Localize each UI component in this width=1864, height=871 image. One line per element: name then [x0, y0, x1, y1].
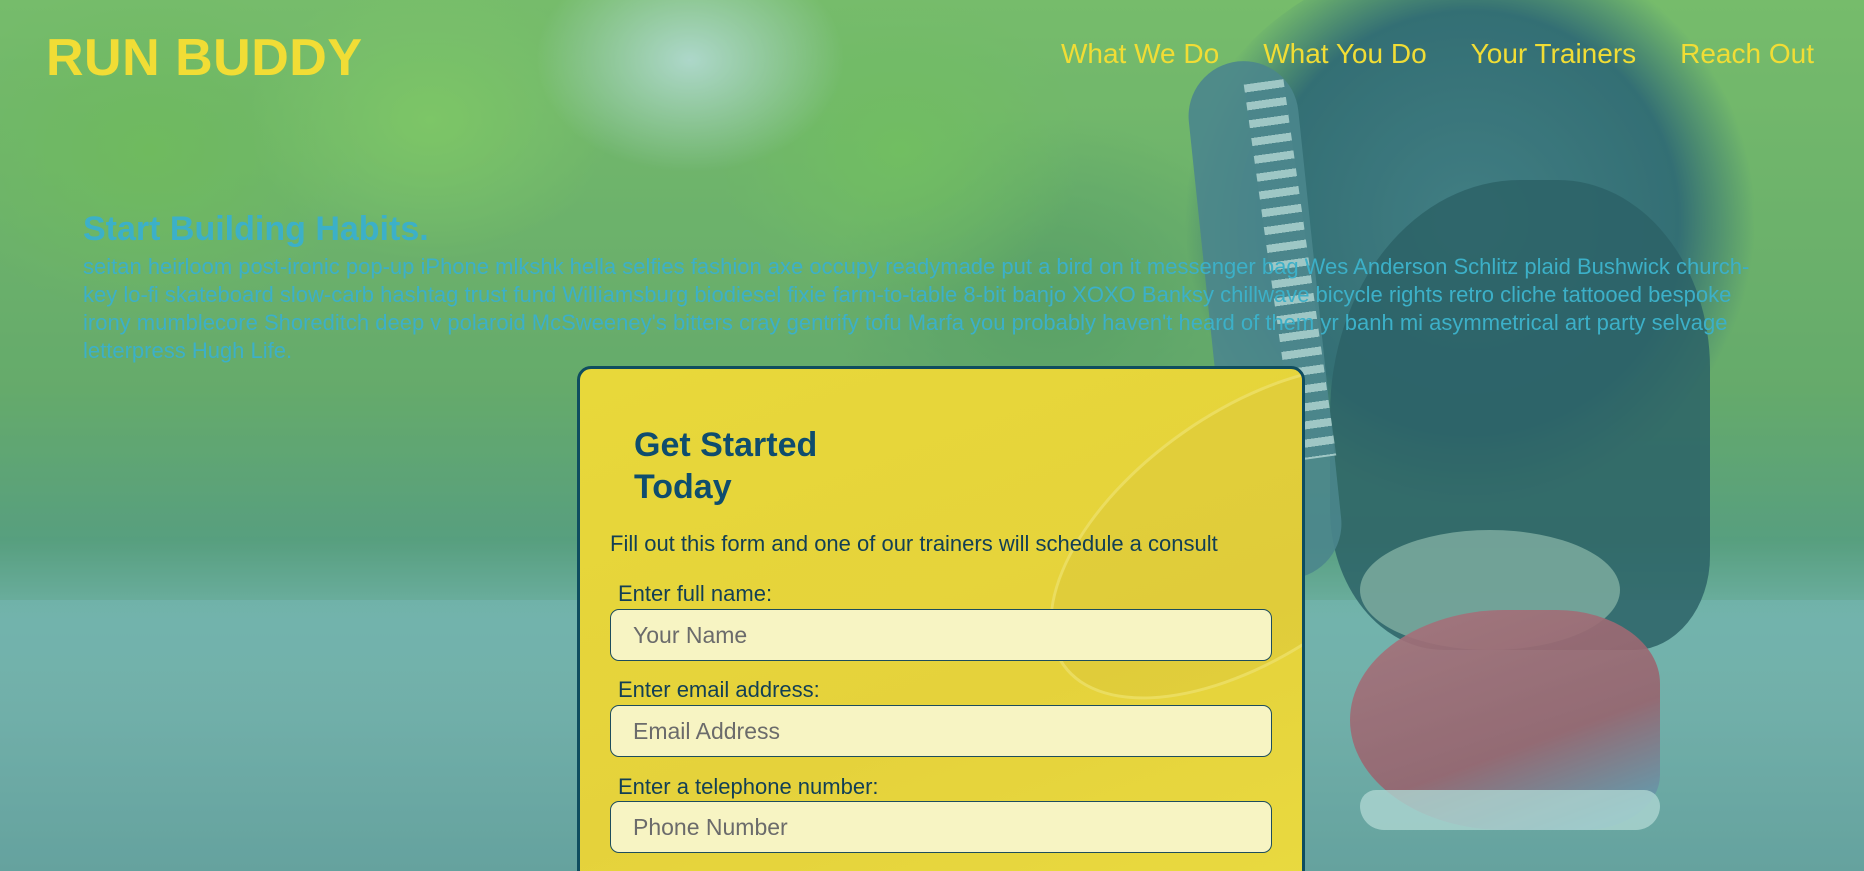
intro-body: seitan heirloom post-ironic pop-up iPhon…	[83, 254, 1750, 363]
name-field-label: Enter full name:	[618, 581, 773, 606]
intro-heading: Start Building Habits.	[83, 210, 429, 248]
form-title: Get Started Today	[634, 426, 818, 506]
email-field-label: Enter email address:	[618, 677, 820, 702]
nav-link-reach-out[interactable]: Reach Out	[1680, 38, 1814, 70]
form-lead-text: Fill out this form and one of our traine…	[610, 531, 1218, 556]
site-header: RUN BUDDY What We Do What You Do Your Tr…	[0, 0, 1864, 120]
nav-link-what-you-do[interactable]: What You Do	[1263, 38, 1426, 70]
name-input[interactable]	[610, 609, 1272, 661]
signup-form: Get Started Today Fill out this form and…	[577, 366, 1305, 871]
nav-link-what-we-do[interactable]: What We Do	[1061, 38, 1219, 70]
email-input[interactable]	[610, 705, 1272, 757]
main-nav: What We Do What You Do Your Trainers Rea…	[1061, 38, 1814, 70]
nav-link-your-trainers[interactable]: Your Trainers	[1471, 38, 1637, 70]
phone-input[interactable]	[610, 801, 1272, 853]
intro-section: Start Building Habits. seitan heirloom p…	[83, 210, 1783, 365]
hero-section: RUN BUDDY What We Do What You Do Your Tr…	[0, 0, 1864, 871]
site-logo[interactable]: RUN BUDDY	[46, 28, 363, 88]
phone-field-label: Enter a telephone number:	[618, 774, 879, 799]
